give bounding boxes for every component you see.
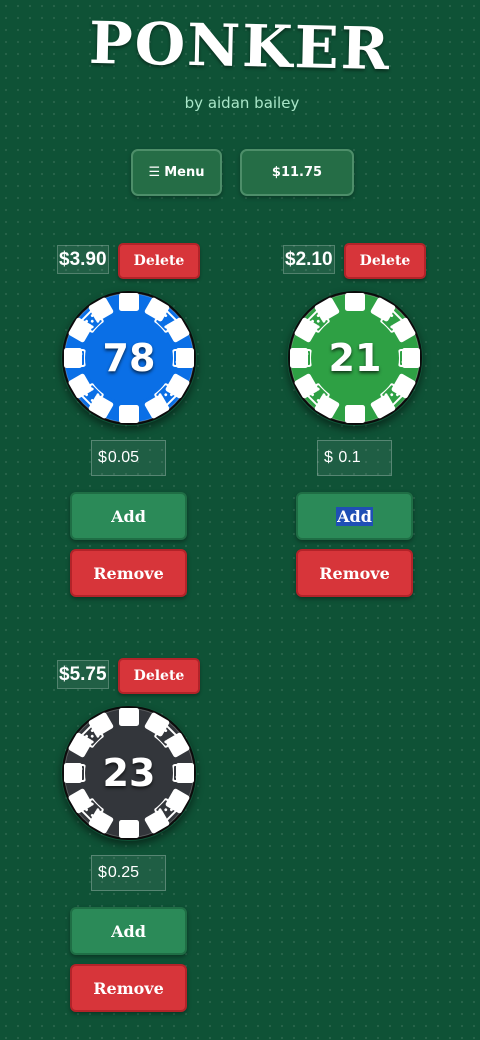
add-button-label: Add [336, 506, 373, 526]
chip-card: $3.90 Delete 78 $ Add Remove [49, 243, 209, 603]
total-balance-button[interactable]: $11.75 [240, 149, 354, 196]
amount-field[interactable]: $ [317, 440, 392, 476]
remove-button[interactable]: Remove [70, 964, 187, 1012]
amount-input[interactable] [107, 449, 162, 467]
remove-button[interactable]: Remove [296, 549, 413, 597]
menu-button[interactable]: ☰ Menu [131, 149, 222, 196]
remove-button-label: Remove [93, 563, 164, 583]
add-button-label: Add [111, 506, 146, 526]
hamburger-icon: ☰ [148, 165, 161, 180]
chip-card: $2.10 Delete 21 $ Add Remove [275, 243, 435, 603]
amount-field[interactable]: $ [91, 855, 166, 891]
delete-chip-button[interactable]: Delete [344, 243, 426, 279]
total-balance-label: $11.75 [271, 165, 323, 180]
dollar-sign: $ [98, 449, 107, 466]
chip-value-label: $3.90 [57, 245, 109, 274]
amount-field[interactable]: $ [91, 440, 166, 476]
app-title: PONKER [88, 8, 392, 84]
dollar-sign: $ [324, 449, 333, 466]
byline: by aidan bailey [184, 94, 300, 112]
remove-button-label: Remove [319, 563, 390, 583]
chip-value-label: $2.10 [283, 245, 335, 274]
chip-count: 78 [102, 336, 156, 380]
remove-button-label: Remove [93, 978, 164, 998]
delete-chip-button[interactable]: Delete [118, 243, 200, 279]
dollar-sign: $ [98, 864, 107, 881]
add-button[interactable]: Add [296, 492, 413, 540]
add-button-label: Add [111, 921, 146, 941]
poker-chip[interactable]: 21 [287, 290, 423, 426]
poker-chip[interactable]: 23 [61, 705, 197, 841]
chip-value-label: $5.75 [57, 660, 109, 689]
chip-count: 21 [328, 336, 382, 380]
chip-card: $5.75 Delete 23 $ Add Remove [49, 658, 209, 1018]
add-button[interactable]: Add [70, 492, 187, 540]
amount-input[interactable] [333, 449, 388, 467]
delete-chip-button[interactable]: Delete [118, 658, 200, 694]
poker-chip[interactable]: 78 [61, 290, 197, 426]
remove-button[interactable]: Remove [70, 549, 187, 597]
amount-input[interactable] [107, 864, 162, 882]
chip-count: 23 [102, 751, 156, 795]
add-button[interactable]: Add [70, 907, 187, 955]
menu-button-label: Menu [164, 165, 205, 180]
